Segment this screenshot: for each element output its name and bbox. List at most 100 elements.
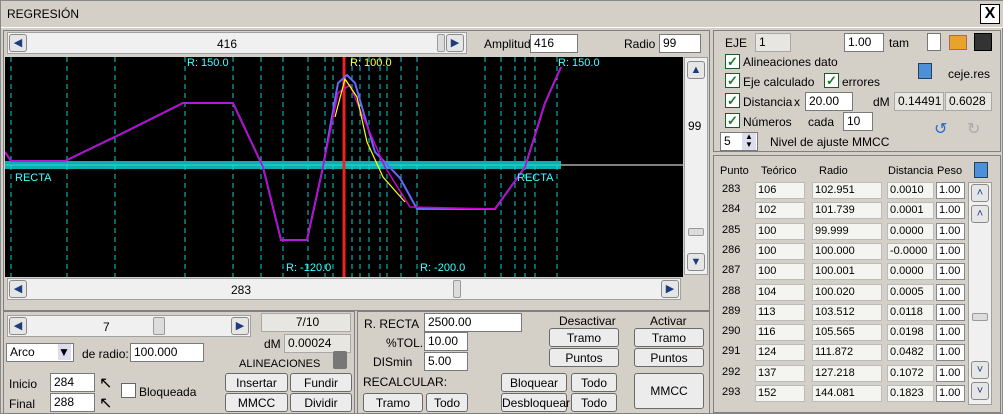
title-bar: REGRESIÓN X bbox=[1, 1, 1003, 28]
de-radio-input[interactable]: 100.000 bbox=[130, 343, 204, 362]
trash-icon[interactable] bbox=[333, 351, 347, 369]
inicio-input[interactable]: 284 bbox=[50, 373, 95, 392]
stepper-arrows-icon[interactable]: ▲ ▼ bbox=[742, 133, 756, 150]
table-scroll-up-icon[interactable]: ˄ bbox=[971, 184, 989, 202]
top-scroll-left-arrow[interactable]: ◀ bbox=[9, 34, 27, 52]
table-scroll-page-down-icon[interactable]: ˅ bbox=[971, 361, 989, 379]
table-scroll-page-up-icon[interactable]: ˄ bbox=[971, 205, 989, 223]
table-cell: 137 bbox=[755, 364, 805, 382]
dividir-button[interactable]: Dividir bbox=[290, 393, 352, 412]
table-cell: 103.512 bbox=[812, 303, 882, 321]
r-recta-label: R. RECTA bbox=[364, 317, 420, 331]
peso-input[interactable]: 1.00 bbox=[936, 182, 965, 199]
desactivar-tramo-button[interactable]: Tramo bbox=[549, 328, 619, 347]
numeros-checkbox[interactable]: ✓ bbox=[725, 113, 740, 128]
plot-scroll-up-arrow[interactable]: ▲ bbox=[687, 61, 705, 79]
alineacion-left-arrow[interactable]: ◀ bbox=[9, 317, 27, 335]
bottom-scrollbar[interactable] bbox=[7, 278, 681, 300]
eje-calculado-checkbox[interactable]: ✓ bbox=[725, 73, 740, 88]
peso-input[interactable]: 1.00 bbox=[936, 202, 965, 220]
peso-input[interactable]: 1.00 bbox=[936, 242, 965, 260]
plot-vertical-scrollbar[interactable] bbox=[684, 57, 708, 275]
table-cell: 293 bbox=[722, 386, 741, 398]
alineaciones-dato-checkbox[interactable]: ✓ bbox=[725, 54, 740, 69]
distancia-checkbox[interactable]: ✓ bbox=[725, 93, 740, 108]
mmcc-button-left[interactable]: MMCC bbox=[225, 393, 288, 412]
peso-input[interactable]: 1.00 bbox=[936, 283, 965, 301]
table-cell: 100 bbox=[755, 242, 805, 260]
open-folder-icon[interactable] bbox=[949, 35, 967, 50]
undo-icon[interactable]: ↺ bbox=[934, 119, 947, 139]
errores-checkbox[interactable]: ✓ bbox=[824, 73, 839, 88]
x-input[interactable]: 20.00 bbox=[805, 92, 853, 111]
bloquear-todo-button[interactable]: Todo bbox=[571, 373, 617, 392]
dm-value-right-1: 0.14491 bbox=[894, 92, 944, 111]
bloquear-button[interactable]: Bloquear bbox=[501, 373, 567, 392]
desbloquear-todo-button[interactable]: Todo bbox=[571, 393, 617, 412]
recalcular-tramo-button[interactable]: Tramo bbox=[363, 393, 423, 412]
amplitud-input[interactable]: 416 bbox=[530, 34, 578, 53]
activar-tramo-button[interactable]: Tramo bbox=[634, 328, 704, 347]
peso-input[interactable]: 1.00 bbox=[936, 263, 965, 281]
regression-plot[interactable]: R: 150.0 R: 100.0 R: 150.0 RECTA RECTA R… bbox=[5, 57, 683, 277]
table-cell: 0.0482 bbox=[887, 344, 934, 362]
alineacion-slider-thumb[interactable] bbox=[153, 317, 165, 335]
tol-input[interactable]: 10.00 bbox=[424, 332, 468, 351]
ceje-file-icon[interactable] bbox=[918, 63, 932, 79]
desbloquear-button[interactable]: Desbloquear bbox=[501, 393, 570, 412]
top-scroll-thumb[interactable] bbox=[437, 34, 445, 52]
redo-icon[interactable]: ↻ bbox=[967, 119, 980, 139]
bottom-scroll-right-arrow[interactable]: ▶ bbox=[661, 280, 679, 298]
plot-label-recta-right: RECTA bbox=[517, 172, 554, 184]
recalcular-todo-button[interactable]: Todo bbox=[426, 393, 468, 412]
activar-puntos-button[interactable]: Puntos bbox=[634, 348, 704, 367]
peso-input[interactable]: 1.00 bbox=[936, 385, 965, 402]
peso-input[interactable]: 1.00 bbox=[936, 344, 965, 362]
tam-input[interactable]: 1.00 bbox=[844, 33, 884, 52]
de-radio-label: de radio: bbox=[82, 347, 129, 361]
save-icon[interactable] bbox=[974, 33, 992, 51]
table-cell: 100 bbox=[755, 263, 805, 281]
nivel-stepper[interactable]: 5 ▲ ▼ bbox=[720, 132, 758, 151]
tam-label: tam bbox=[889, 36, 910, 50]
alineacion-slider-value: 7 bbox=[103, 320, 110, 334]
desactivar-label: Desactivar bbox=[559, 314, 616, 328]
fundir-button[interactable]: Fundir bbox=[290, 373, 352, 392]
table-header-3: Distancia bbox=[888, 165, 934, 177]
table-file-icon[interactable] bbox=[974, 162, 988, 178]
window-title: REGRESIÓN bbox=[7, 7, 80, 21]
final-input[interactable]: 288 bbox=[50, 393, 95, 412]
radio-input[interactable]: 99 bbox=[659, 34, 701, 53]
type-select[interactable]: Arco ▼ bbox=[6, 343, 74, 362]
table-scroll-thumb[interactable] bbox=[972, 313, 988, 321]
new-file-icon[interactable] bbox=[927, 33, 941, 51]
alineacion-right-arrow[interactable]: ▶ bbox=[231, 317, 249, 335]
bloqueada-checkbox[interactable] bbox=[121, 383, 136, 398]
desactivar-puntos-button[interactable]: Puntos bbox=[549, 348, 619, 367]
table-cell: 0.0198 bbox=[887, 324, 934, 342]
r-recta-input[interactable]: 2500.00 bbox=[424, 313, 522, 332]
table-cell: 291 bbox=[722, 345, 741, 358]
dm-label-right: dM bbox=[873, 95, 890, 109]
insertar-button[interactable]: Insertar bbox=[225, 373, 288, 392]
cada-input[interactable]: 10 bbox=[843, 112, 873, 131]
top-scroll-right-arrow[interactable]: ▶ bbox=[446, 34, 464, 52]
cursor-icon-inicio[interactable]: ↖ bbox=[99, 373, 112, 393]
alineaciones-dato-label: Alineaciones dato bbox=[743, 55, 838, 69]
mmcc-button-mid[interactable]: MMCC bbox=[634, 373, 704, 409]
plot-scroll-down-arrow[interactable]: ▼ bbox=[687, 253, 705, 271]
peso-input[interactable]: 1.00 bbox=[936, 364, 965, 382]
plot-label-r-200: R: -200.0 bbox=[420, 262, 465, 274]
close-button[interactable]: X bbox=[980, 4, 1000, 24]
alineacion-slider[interactable] bbox=[7, 315, 251, 337]
errores-label: errores bbox=[842, 75, 881, 89]
bottom-scroll-thumb[interactable] bbox=[453, 280, 461, 298]
bottom-scroll-left-arrow[interactable]: ◀ bbox=[9, 280, 27, 298]
cursor-icon-final[interactable]: ↖ bbox=[99, 393, 112, 413]
table-scroll-down-icon[interactable]: ˅ bbox=[971, 382, 989, 400]
peso-input[interactable]: 1.00 bbox=[936, 324, 965, 342]
plot-scroll-thumb[interactable] bbox=[688, 228, 704, 236]
dismin-input[interactable]: 5.00 bbox=[424, 352, 468, 371]
peso-input[interactable]: 1.00 bbox=[936, 303, 965, 321]
peso-input[interactable]: 1.00 bbox=[936, 222, 965, 240]
